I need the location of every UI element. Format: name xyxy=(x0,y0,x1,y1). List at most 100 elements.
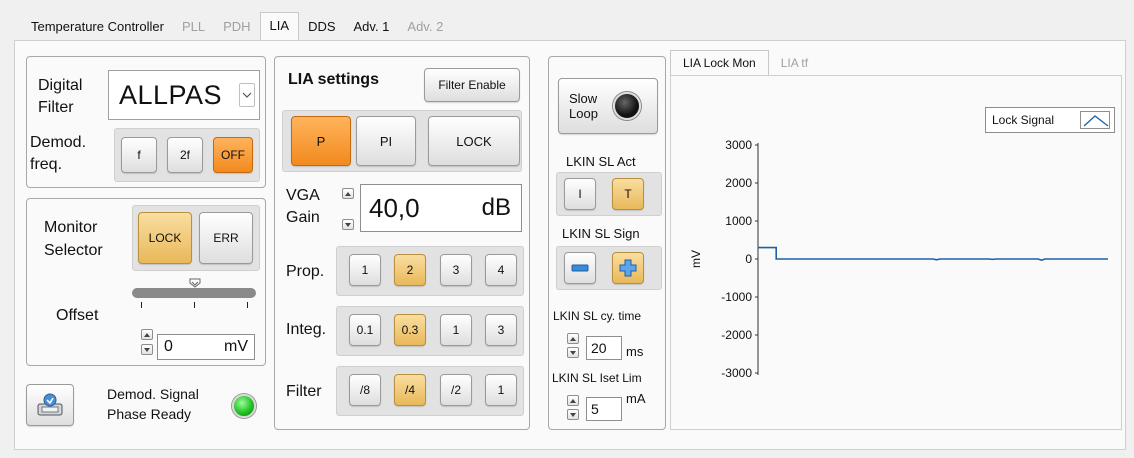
cytime-input[interactable]: 20 xyxy=(586,336,622,360)
prop-1-button[interactable]: 1 xyxy=(349,254,381,286)
filter-enable-button[interactable]: Filter Enable xyxy=(424,68,520,102)
vga-gain-label-line1: VGA xyxy=(286,187,320,204)
vga-increment-icon[interactable] xyxy=(342,188,354,199)
offset-label: Offset xyxy=(56,307,99,324)
lia-settings-title: LIA settings xyxy=(288,71,379,88)
vga-gain-value: 40,0 xyxy=(369,192,420,223)
lock-signal-chart: 3000 2000 1000 0 -1000 -2000 -3000 mV xyxy=(689,138,1108,380)
tab-pdh[interactable]: PDH xyxy=(214,14,259,40)
filter-div8-button[interactable]: /8 xyxy=(349,374,381,406)
monitor-selector-label-line1: Monitor xyxy=(44,219,98,236)
offset-slider-track[interactable] xyxy=(132,288,256,298)
slow-loop-label-line2: Loop xyxy=(569,106,598,121)
vga-gain-label-line2: Gain xyxy=(286,209,320,226)
mode-p-button[interactable]: P xyxy=(291,116,351,166)
slow-loop-label-line1: Slow xyxy=(569,91,598,106)
filter-label: Filter xyxy=(286,383,322,400)
lia-lock-button[interactable]: LOCK xyxy=(428,116,520,166)
filter-div4-button[interactable]: /4 xyxy=(394,374,426,406)
demod-f-button[interactable]: f xyxy=(121,137,157,173)
main-tab-bar: Temperature Controller PLL PDH LIA DDS A… xyxy=(22,12,452,40)
monitor-lock-button[interactable]: LOCK xyxy=(138,212,192,264)
integ-0-1-button[interactable]: 0.1 xyxy=(349,314,381,346)
cytime-value: 20 xyxy=(591,340,607,356)
filter-1-button[interactable]: 1 xyxy=(485,374,517,406)
sign-plus-button[interactable] xyxy=(612,252,644,284)
series-line-lock-signal xyxy=(758,246,1108,261)
chevron-down-icon[interactable] xyxy=(239,83,255,107)
offset-unit: mV xyxy=(224,338,248,355)
y-tick-label: 3000 xyxy=(725,138,752,152)
prop-2-button[interactable]: 2 xyxy=(394,254,426,286)
vga-gain-unit: dB xyxy=(481,194,511,221)
digital-filter-label-line2: Filter xyxy=(38,99,74,116)
minus-icon xyxy=(571,264,589,272)
tab-temperature-controller[interactable]: Temperature Controller xyxy=(22,14,173,40)
integ-0-3-button[interactable]: 0.3 xyxy=(394,314,426,346)
y-tick-label: 2000 xyxy=(725,176,752,190)
slow-loop-led xyxy=(613,92,641,120)
tab-lia-tf[interactable]: LIA tf xyxy=(769,50,820,76)
integ-3-button[interactable]: 3 xyxy=(485,314,517,346)
chart-tab-bar: LIA Lock Mon LIA tf xyxy=(670,50,820,76)
slider-tick xyxy=(141,302,142,308)
lkin-sl-cytime-label: LKIN SL cy. time xyxy=(553,309,642,323)
tab-lia[interactable]: LIA xyxy=(259,12,300,40)
iset-increment-icon[interactable] xyxy=(567,395,579,406)
legend-label: Lock Signal xyxy=(992,113,1055,127)
tab-pll[interactable]: PLL xyxy=(173,14,214,40)
y-tick-label: 0 xyxy=(745,252,752,266)
demod-off-button[interactable]: OFF xyxy=(213,137,253,173)
lkin-sl-sign-label: LKIN SL Sign xyxy=(562,226,640,241)
sign-minus-button[interactable] xyxy=(564,252,596,284)
filter-div2-button[interactable]: /2 xyxy=(440,374,472,406)
lkin-sl-act-label: LKIN SL Act xyxy=(566,154,636,169)
monitor-err-button[interactable]: ERR xyxy=(199,212,253,264)
tab-adv-2[interactable]: Adv. 2 xyxy=(398,14,452,40)
y-axis-label: mV xyxy=(689,250,703,268)
cytime-increment-icon[interactable] xyxy=(567,333,579,344)
integ-1-button[interactable]: 1 xyxy=(440,314,472,346)
demod-freq-label-line2: freq. xyxy=(30,156,63,173)
demod-freq-label-line1: Demod. xyxy=(30,134,87,151)
tab-lia-lock-mon[interactable]: LIA Lock Mon xyxy=(670,50,769,76)
slider-thumb-icon[interactable] xyxy=(189,275,201,288)
vga-gain-input[interactable]: 40,0 dB xyxy=(360,184,522,232)
offset-increment-icon[interactable] xyxy=(141,329,153,340)
tab-dds[interactable]: DDS xyxy=(299,14,344,40)
legend-line-icon xyxy=(1080,111,1110,129)
prop-3-button[interactable]: 3 xyxy=(440,254,472,286)
save-icon xyxy=(37,393,63,416)
lkin-sl-act-i-button[interactable]: I xyxy=(564,178,596,210)
prop-4-button[interactable]: 4 xyxy=(485,254,517,286)
iset-decrement-icon[interactable] xyxy=(567,409,579,420)
demod-signal-label-line2: Phase Ready xyxy=(107,406,192,422)
cytime-decrement-icon[interactable] xyxy=(567,347,579,358)
phase-ready-led xyxy=(232,394,256,418)
mode-pi-button[interactable]: PI xyxy=(356,116,416,166)
save-button[interactable] xyxy=(26,384,74,426)
cytime-unit: ms xyxy=(626,344,644,359)
tab-adv-1[interactable]: Adv. 1 xyxy=(345,14,399,40)
slow-loop-button[interactable]: Slow Loop xyxy=(558,78,658,134)
y-tick-label: -3000 xyxy=(721,366,752,380)
offset-input[interactable]: 0 mV xyxy=(157,334,255,360)
digital-filter-dropdown[interactable]: ALLPAS xyxy=(108,70,260,120)
digital-filter-label-line1: Digital xyxy=(38,77,83,94)
y-tick-label: -2000 xyxy=(721,328,752,342)
y-tick-label: -1000 xyxy=(721,290,752,304)
demod-2f-button[interactable]: 2f xyxy=(167,137,203,173)
plus-icon xyxy=(619,259,637,277)
lkin-sl-iset-label: LKIN SL Iset Lim xyxy=(552,371,642,385)
lkin-sl-act-t-button[interactable]: T xyxy=(612,178,644,210)
slider-tick xyxy=(194,302,195,308)
integ-label: Integ. xyxy=(286,321,327,338)
prop-label: Prop. xyxy=(286,263,325,280)
iset-value: 5 xyxy=(591,401,599,417)
digital-filter-value: ALLPAS xyxy=(119,79,223,110)
offset-value: 0 xyxy=(164,338,173,355)
iset-input[interactable]: 5 xyxy=(586,397,622,421)
vga-decrement-icon[interactable] xyxy=(342,219,354,230)
offset-decrement-icon[interactable] xyxy=(141,344,153,355)
slider-tick xyxy=(247,302,248,308)
